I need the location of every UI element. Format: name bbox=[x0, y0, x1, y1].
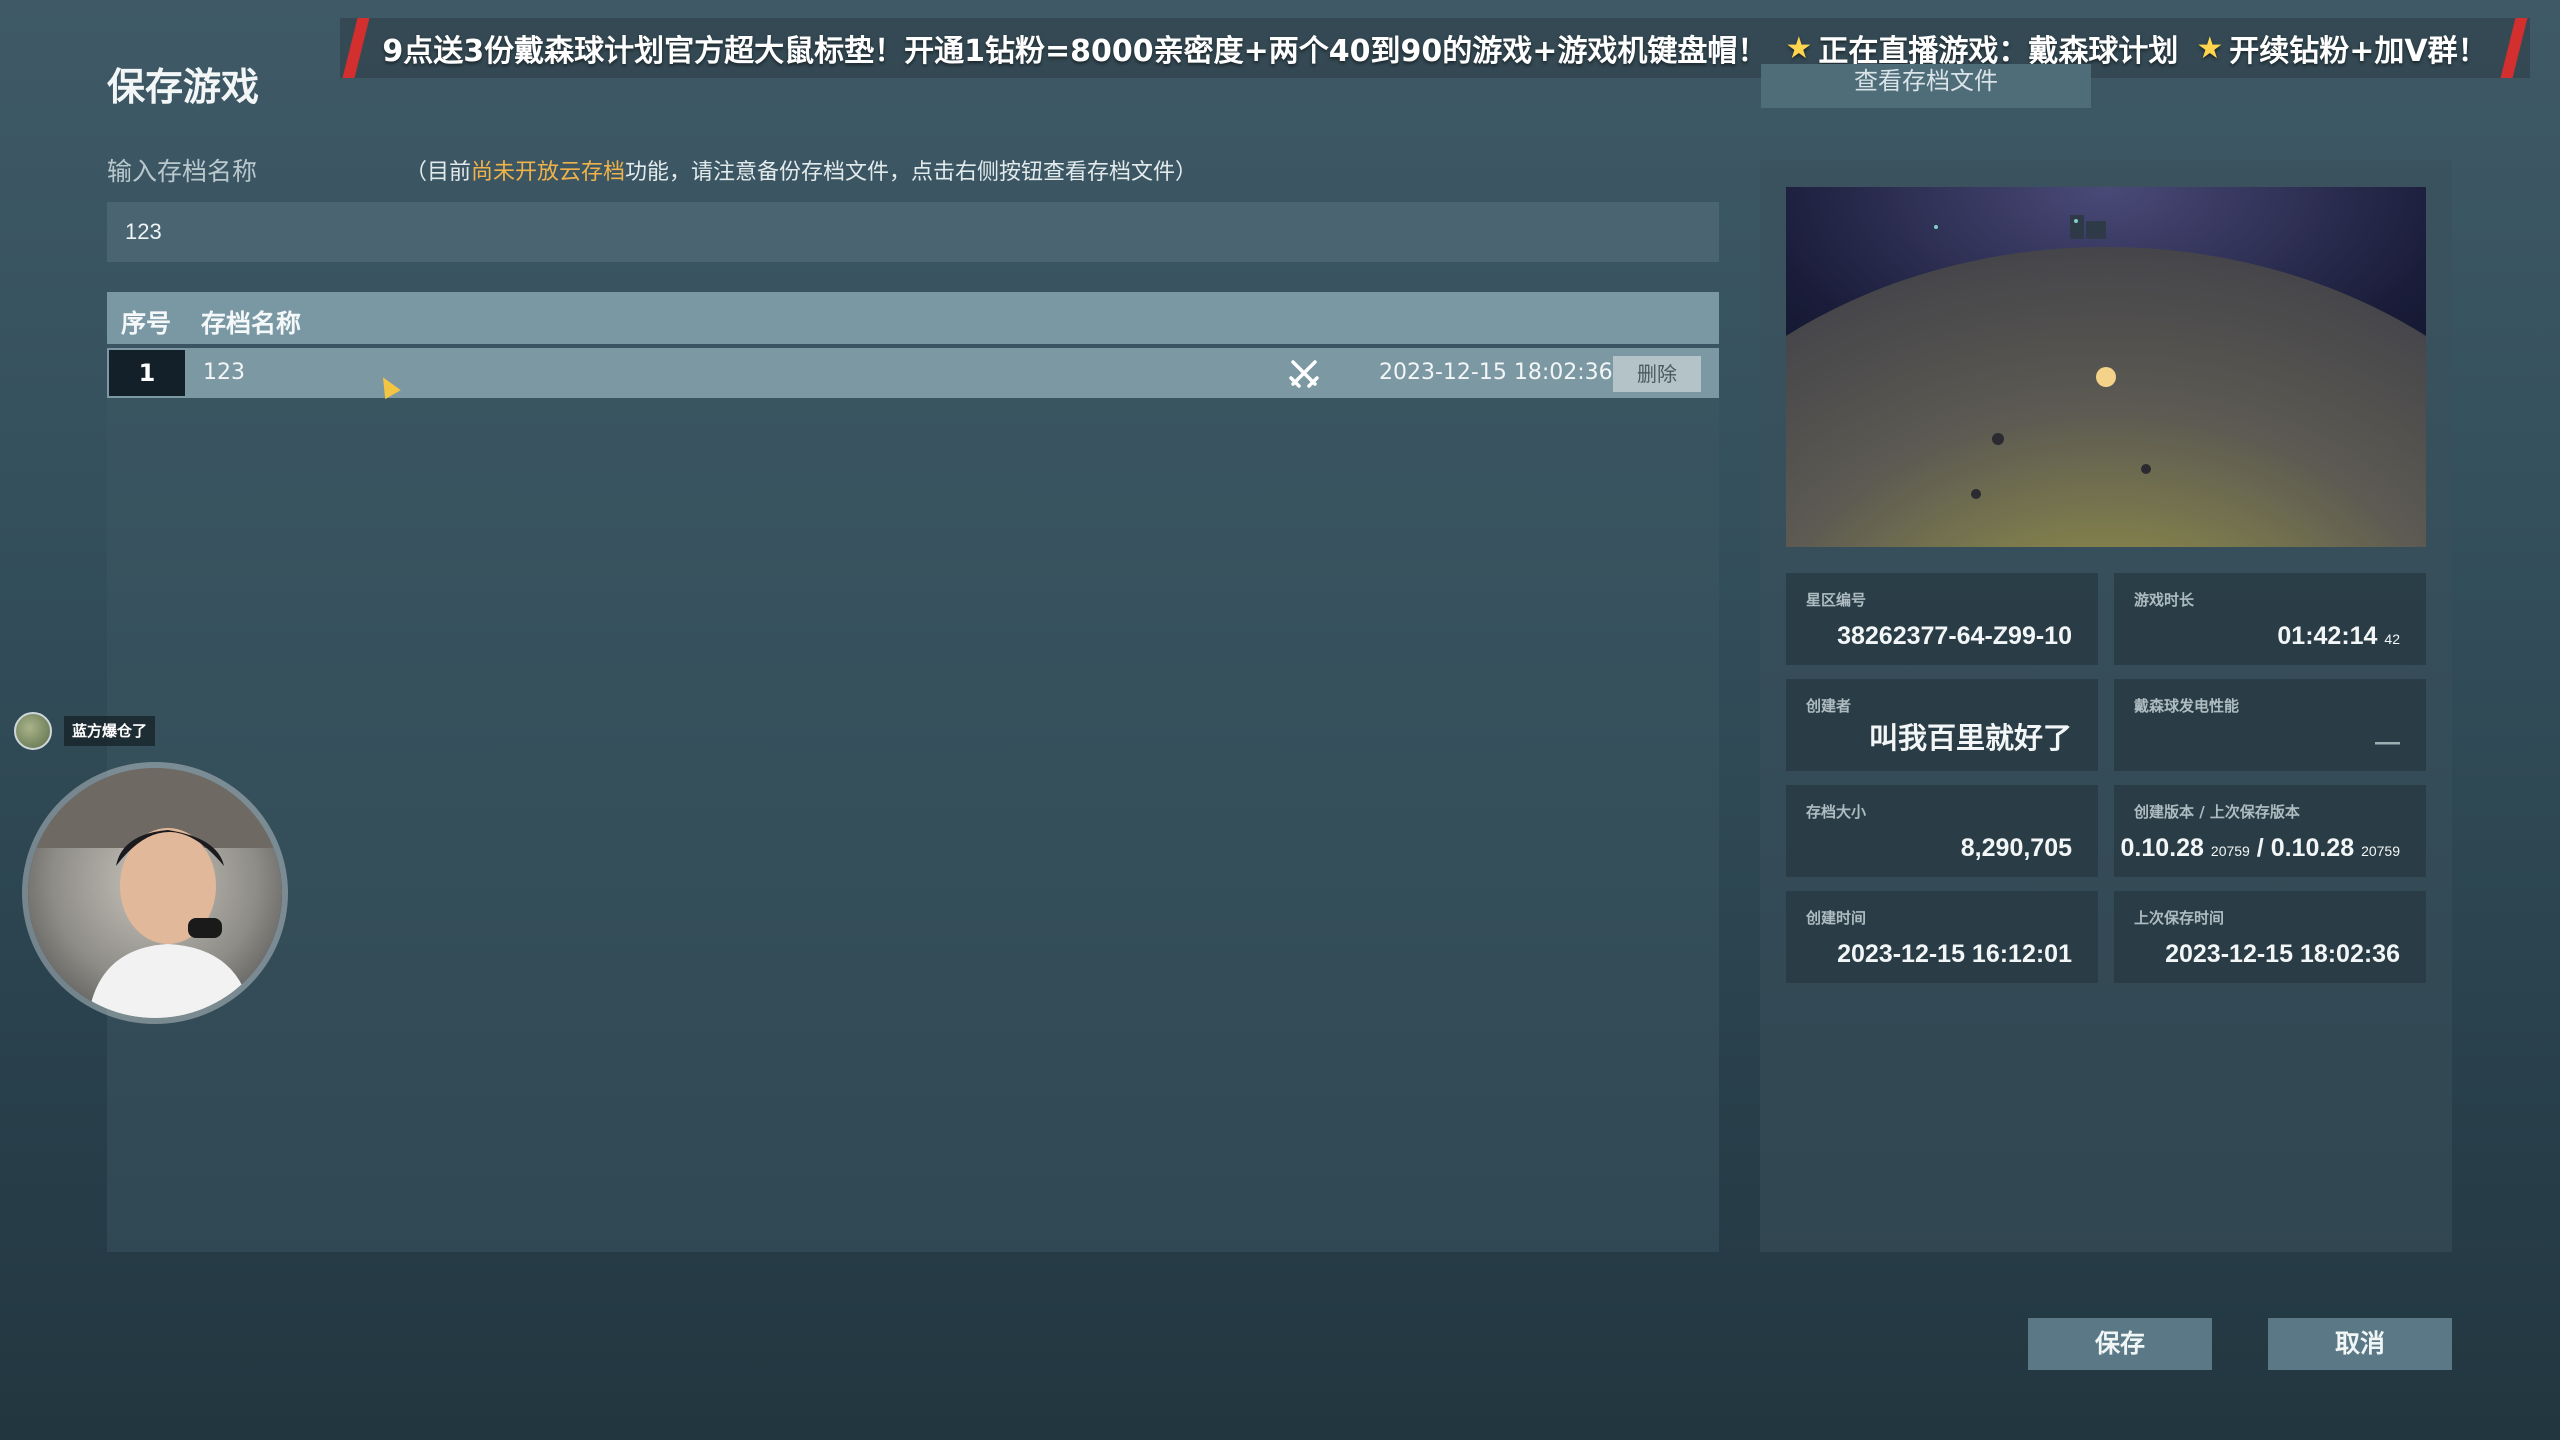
save-name-input[interactable] bbox=[107, 202, 1719, 262]
save-name-label: 输入存档名称 bbox=[107, 157, 258, 186]
save-thumbnail bbox=[1786, 187, 2426, 547]
stat-label: 创建者 bbox=[1806, 697, 1852, 715]
save-list-header: 序号 存档名称 bbox=[107, 292, 1719, 344]
row-save-time: 2023-12-15 18:02:36 bbox=[1379, 360, 1613, 385]
stat-value: 38262377-64-Z99-10 bbox=[1837, 622, 2072, 650]
note-highlight: 尚未开放云存档 bbox=[471, 160, 626, 185]
note-prefix: （目前 bbox=[405, 160, 472, 185]
stat-created-time: 创建时间 2023-12-15 16:12:01 bbox=[1786, 891, 2098, 983]
chat-avatar bbox=[14, 712, 52, 750]
note-suffix: 功能，请注意备份存档文件，点击右侧按钮查看存档文件） bbox=[625, 160, 1198, 185]
stream-banner: 9点送3份戴森球计划官方超大鼠标垫！开通1钻粉=8000亲密度+两个40到90的… bbox=[340, 18, 2530, 78]
cancel-button[interactable]: 取消 bbox=[2268, 1318, 2452, 1370]
stat-creator: 创建者 叫我百里就好了 bbox=[1786, 679, 2098, 771]
star-icon: ★ bbox=[1785, 30, 1813, 66]
save-row[interactable]: 1 123 2023-12-15 18:02:36 删除 bbox=[107, 348, 1719, 398]
stat-label: 创建时间 bbox=[1806, 909, 1867, 927]
view-save-files-button[interactable]: 查看存档文件 bbox=[1761, 64, 2091, 108]
chat-username: 蓝方爆仓了 bbox=[64, 716, 156, 746]
stat-label: 游戏时长 bbox=[2134, 591, 2195, 609]
stat-version: 创建版本 / 上次保存版本 0.10.28 20759 / 0.10.28 20… bbox=[2114, 785, 2426, 877]
delete-save-button[interactable]: 删除 bbox=[1613, 356, 1701, 392]
star-icon: ★ bbox=[2196, 30, 2224, 66]
header-name: 存档名称 bbox=[201, 309, 302, 338]
stat-value: 2023-12-15 18:02:36 bbox=[2165, 940, 2400, 968]
stat-value: 叫我百里就好了 bbox=[1868, 723, 2072, 755]
stat-label: 星区编号 bbox=[1806, 591, 1867, 609]
version-save: 0.10.28 bbox=[2270, 834, 2355, 862]
playtime-sub: 42 bbox=[2384, 631, 2400, 647]
banner-join-text: 开续钻粉+加V群！ bbox=[2229, 34, 2488, 69]
stat-label: 上次保存时间 bbox=[2134, 909, 2225, 927]
crossed-swords-icon bbox=[1289, 360, 1319, 388]
stat-value: 2023-12-15 16:12:01 bbox=[1837, 940, 2072, 968]
stat-label: 存档大小 bbox=[1806, 803, 1867, 821]
save-list-panel: 序号 存档名称 1 123 2023-12-15 18:02:36 删除 bbox=[107, 292, 1719, 1252]
stat-value: — bbox=[2375, 728, 2400, 756]
stat-value: 0.10.28 20759 / 0.10.28 20759 bbox=[2121, 834, 2400, 863]
stat-label: 戴森球发电性能 bbox=[2134, 697, 2240, 715]
streamer-webcam bbox=[28, 768, 282, 1018]
banner-slash-right bbox=[2500, 18, 2528, 78]
playtime-main: 01:42:14 bbox=[2277, 622, 2378, 650]
row-name: 123 bbox=[203, 360, 245, 385]
stat-cluster-address: 星区编号 38262377-64-Z99-10 bbox=[1786, 573, 2098, 665]
stat-playtime: 游戏时长 01:42:14 42 bbox=[2114, 573, 2426, 665]
version-separator: / bbox=[2249, 834, 2271, 862]
streamer-silhouette bbox=[28, 768, 282, 1018]
cloud-save-note: （目前尚未开放云存档功能，请注意备份存档文件，点击右侧按钮查看存档文件） bbox=[405, 154, 1197, 186]
save-detail-panel: 星区编号 38262377-64-Z99-10 游戏时长 01:42:14 42… bbox=[1760, 160, 2452, 1252]
stat-value: 8,290,705 bbox=[1960, 834, 2072, 862]
page-title: 保存游戏 bbox=[107, 65, 260, 109]
version-save-build: 20759 bbox=[2361, 843, 2400, 859]
row-index: 1 bbox=[109, 350, 185, 396]
banner-promo-text: 9点送3份戴森球计划官方超大鼠标垫！开通1钻粉=8000亲密度+两个40到90的… bbox=[382, 34, 1768, 69]
version-create: 0.10.28 bbox=[2120, 834, 2204, 862]
save-button[interactable]: 保存 bbox=[2028, 1318, 2212, 1370]
header-index: 序号 bbox=[121, 309, 172, 338]
stat-last-saved-time: 上次保存时间 2023-12-15 18:02:36 bbox=[2114, 891, 2426, 983]
banner-slash-left bbox=[342, 18, 370, 78]
stat-dyson-power: 戴森球发电性能 — bbox=[2114, 679, 2426, 771]
stat-save-size: 存档大小 8,290,705 bbox=[1786, 785, 2098, 877]
stat-label: 创建版本 / 上次保存版本 bbox=[2134, 803, 2300, 821]
planet-preview-image bbox=[1786, 187, 2426, 547]
stat-value: 01:42:14 42 bbox=[2277, 622, 2400, 651]
version-create-build: 20759 bbox=[2210, 843, 2250, 859]
